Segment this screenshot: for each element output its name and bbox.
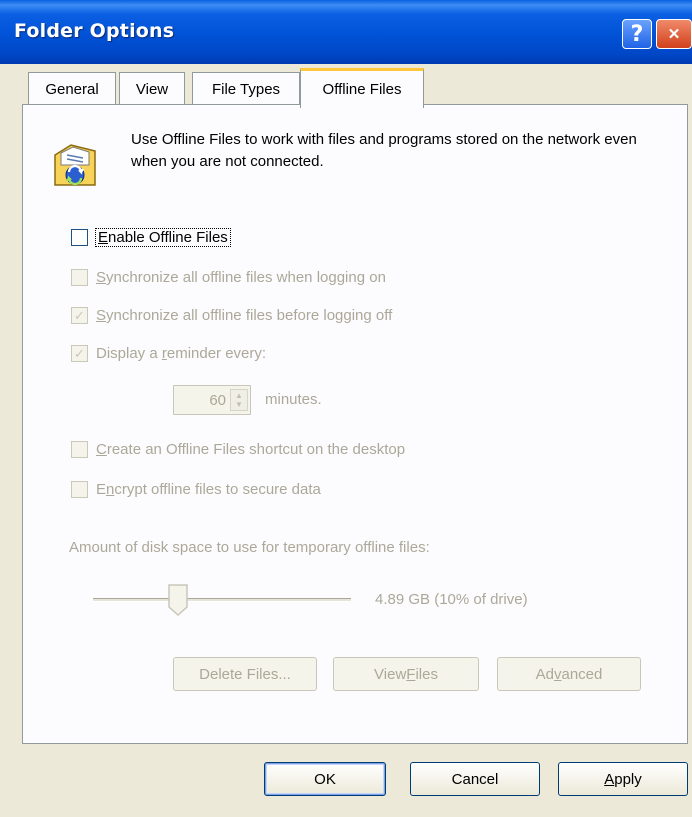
create-shortcut-label: Create an Offline Files shortcut on the … <box>96 441 406 458</box>
reminder-minutes-spinner[interactable]: 60 ▲ ▼ <box>173 385 251 415</box>
close-icon: ✕ <box>667 26 681 43</box>
reminder-label: Display a reminder every: <box>96 345 267 362</box>
spinner-arrows-icon[interactable]: ▲ ▼ <box>230 389 248 411</box>
cancel-button[interactable]: Cancel <box>410 762 540 796</box>
help-icon: ? <box>630 21 644 47</box>
check-icon: ✓ <box>74 345 85 361</box>
disk-space-value: 4.89 GB (10% of drive) <box>375 591 528 608</box>
tab-offline-files[interactable]: Offline Files <box>300 68 424 108</box>
intro-text: Use Offline Files to work with files and… <box>131 131 637 170</box>
tab-file-types-label: File Types <box>211 81 281 98</box>
tab-general-label: General <box>45 81 99 98</box>
close-button[interactable]: ✕ <box>656 19 692 49</box>
tab-general[interactable]: General <box>28 72 116 106</box>
encrypt-label: Encrypt offline files to secure data <box>96 481 321 498</box>
ok-button[interactable]: OK <box>264 762 386 796</box>
folder-options-window: Folder Options ? ✕ General View File Typ… <box>0 0 692 817</box>
sync-logoff-checkbox[interactable]: ✓ Synchronize all offline files before l… <box>71 307 392 324</box>
check-icon: ✓ <box>74 307 85 323</box>
disk-space-slider-track[interactable] <box>93 598 351 602</box>
help-button[interactable]: ? <box>622 19 652 49</box>
tab-view[interactable]: View <box>119 72 185 106</box>
offline-folder-icon <box>54 144 96 186</box>
tab-offline-files-label: Offline Files <box>322 81 402 98</box>
sync-logoff-box[interactable]: ✓ <box>71 307 88 324</box>
sync-logoff-label: Synchronize all offline files before log… <box>96 307 393 324</box>
reminder-box[interactable]: ✓ <box>71 345 88 362</box>
reminder-checkbox[interactable]: ✓ Display a reminder every: <box>71 345 266 362</box>
create-shortcut-checkbox[interactable]: Create an Offline Files shortcut on the … <box>71 441 405 458</box>
sync-logon-label: Synchronize all offline files when loggi… <box>96 269 386 286</box>
encrypt-box[interactable] <box>71 481 88 498</box>
window-title: Folder Options <box>14 20 175 42</box>
enable-offline-files-box[interactable] <box>71 229 88 246</box>
offline-files-panel: Use Offline Files to work with files and… <box>22 104 688 744</box>
disk-space-slider-thumb[interactable] <box>167 583 189 617</box>
advanced-button[interactable]: Ad v anced <box>497 657 641 691</box>
apply-button[interactable]: Apply <box>558 762 688 796</box>
encrypt-checkbox[interactable]: Encrypt offline files to secure data <box>71 481 321 498</box>
title-bar[interactable]: Folder Options ? ✕ <box>0 0 692 64</box>
tab-file-types[interactable]: File Types <box>192 72 300 106</box>
tab-view-label: View <box>135 81 169 98</box>
create-shortcut-box[interactable] <box>71 441 88 458</box>
enable-offline-files-label: Enable Offline Files <box>95 228 231 247</box>
view-files-button[interactable]: View Files <box>333 657 479 691</box>
enable-offline-files-checkbox[interactable]: Enable Offline Files <box>71 228 231 247</box>
disk-space-label: Amount of disk space to use for temporar… <box>69 539 430 556</box>
minutes-label: minutes. <box>265 391 322 408</box>
sync-logon-box[interactable] <box>71 269 88 286</box>
delete-files-button[interactable]: Delete Files... <box>173 657 317 691</box>
reminder-minutes-value: 60 <box>209 391 226 409</box>
sync-logon-checkbox[interactable]: Synchronize all offline files when loggi… <box>71 269 386 286</box>
